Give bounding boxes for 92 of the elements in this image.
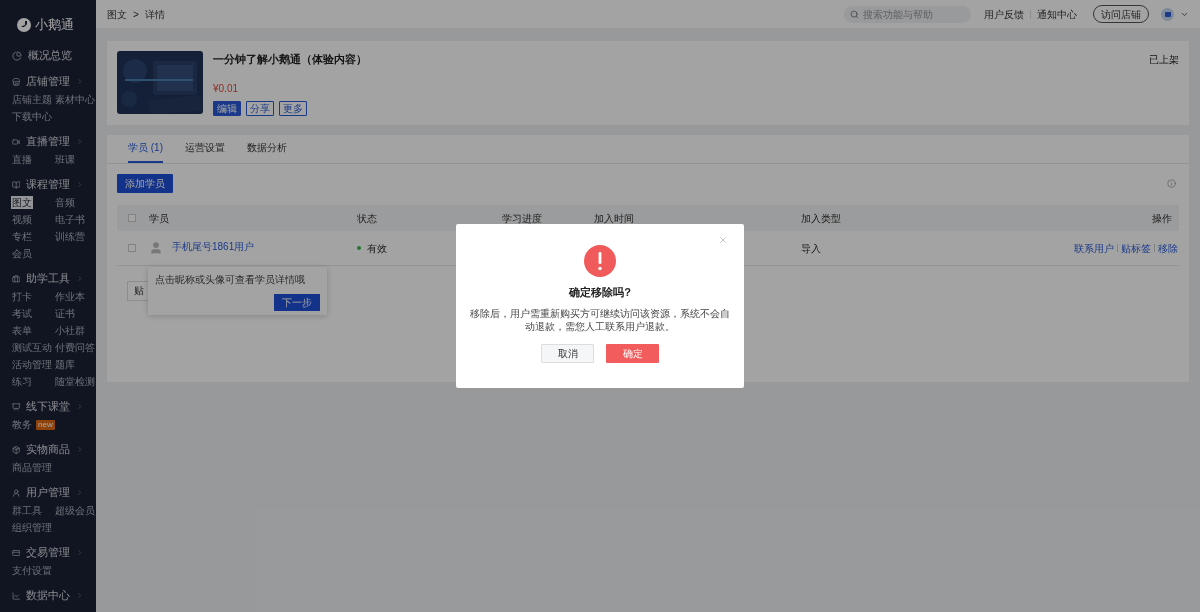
section-icon (12, 179, 21, 190)
avatar[interactable] (1161, 7, 1174, 21)
sidebar-section[interactable]: 实物商品 (0, 440, 96, 459)
sidebar-section[interactable]: 直播管理 (0, 132, 96, 151)
header-checkbox[interactable] (128, 214, 136, 222)
column-header: 学员 (149, 211, 170, 226)
sidebar-section[interactable]: 课程管理 (0, 175, 96, 194)
tab[interactable]: 学员 (1) (128, 140, 163, 163)
section-icon (12, 547, 21, 558)
sidebar-item[interactable]: 教务 (11, 418, 33, 431)
sidebar-item[interactable]: 题库 (54, 358, 76, 371)
sidebar-item[interactable]: 训练营 (54, 230, 86, 243)
warning-icon (584, 245, 616, 277)
header-link[interactable]: 用户反馈 (984, 6, 1024, 22)
next-step-button[interactable]: 下一步 (274, 294, 320, 311)
section-icon (12, 444, 21, 455)
close-icon[interactable] (718, 235, 728, 245)
section-icon (12, 50, 22, 61)
add-student-button[interactable]: 添加学员 (117, 174, 173, 193)
sidebar-item[interactable]: 视频 (11, 213, 33, 226)
dialog-title: 确定移除吗? (569, 285, 631, 300)
sidebar-item[interactable]: 组织管理 (11, 521, 53, 534)
sidebar-item[interactable]: 会员 (11, 247, 33, 260)
sidebar-item[interactable]: 专栏 (11, 230, 33, 243)
sidebar-item[interactable]: 打卡 (11, 290, 33, 303)
join-type-cell-text: 导入 (801, 241, 822, 256)
tab[interactable]: 运营设置 (185, 140, 225, 163)
sidebar-section[interactable]: 线下课堂 (0, 397, 96, 416)
avatar-icon[interactable] (149, 241, 163, 255)
sidebar-item[interactable]: 证书 (54, 307, 76, 320)
tab[interactable]: 数据分析 (247, 140, 287, 163)
sidebar-item[interactable]: 音频 (54, 196, 76, 209)
sidebar-section[interactable]: 概况总览 (0, 46, 96, 65)
sidebar-item[interactable]: 作业本 (54, 290, 86, 303)
column-header: 学习进度 (502, 211, 543, 226)
sidebar-item[interactable]: 下载中心 (11, 110, 53, 123)
sidebar-item[interactable]: 考试 (11, 307, 33, 320)
column-header: 状态 (357, 211, 378, 226)
cancel-button[interactable]: 取消 (541, 343, 594, 363)
column-header: 加入类型 (801, 211, 842, 226)
sidebar-item[interactable]: 小社群 (54, 324, 86, 337)
row-action-link[interactable]: 贴标签 (1121, 240, 1151, 256)
sidebar-section[interactable]: 店铺管理 (0, 72, 96, 91)
row-checkbox[interactable] (128, 244, 136, 252)
sidebar-item[interactable]: 电子书 (54, 213, 86, 226)
sidebar-item[interactable]: 支付设置 (11, 564, 53, 577)
column-header: 加入时间 (594, 211, 635, 226)
sidebar-item[interactable]: 活动管理 (11, 358, 53, 371)
sidebar-item[interactable]: 商品管理 (11, 461, 53, 474)
sidebar-item[interactable]: 直播 (11, 153, 33, 166)
product-title: 一分钟了解小鹅通（体验内容） (213, 52, 367, 67)
info-icon[interactable] (1167, 179, 1176, 188)
section-icon (12, 401, 21, 412)
dialog-message: 移除后，用户需重新购买方可继续访问该资源，系统不会自动退款，需您人工联系用户退款。 (469, 306, 731, 333)
column-header: 操作 (1152, 211, 1172, 226)
breadcrumb-current: 详情 (144, 7, 165, 22)
confirm-button[interactable]: 确定 (606, 343, 659, 363)
row-action-link[interactable]: 联系用户 (1074, 240, 1114, 256)
sidebar-item[interactable]: 练习 (11, 375, 33, 388)
sidebar-item[interactable]: 表单 (11, 324, 33, 337)
header-link[interactable]: 通知中心 (1037, 6, 1077, 22)
sidebar-item[interactable]: 素材中心 (54, 93, 96, 106)
action-button[interactable]: 分享 (246, 100, 274, 116)
sidebar-section[interactable]: 助学工具 (0, 269, 96, 288)
status-label: 已上架 (1149, 53, 1179, 67)
sidebar-item[interactable]: 超级会员 (54, 504, 96, 517)
student-name-link[interactable]: 手机尾号1861用户 (172, 238, 255, 254)
sidebar-item[interactable]: 店铺主题 (11, 93, 53, 106)
section-icon (12, 487, 21, 498)
logo-text: 小鹅通 (35, 16, 74, 35)
sidebar-section[interactable]: 交易管理 (0, 543, 96, 562)
sidebar-item[interactable]: 付费问答 (54, 341, 96, 354)
sidebar-item[interactable]: 班课 (54, 153, 76, 166)
row-action-link[interactable]: 移除 (1158, 240, 1178, 256)
sidebar-item[interactable]: 随堂检测 (54, 375, 96, 388)
sidebar-item[interactable]: 图文 (11, 196, 33, 209)
section-icon (12, 273, 21, 284)
sidebar-section[interactable]: 用户管理 (0, 483, 96, 502)
sidebar-item[interactable]: 测试互动 (11, 341, 53, 354)
section-icon (12, 590, 21, 601)
new-badge: new (36, 419, 55, 430)
breadcrumb-separator: > (133, 7, 139, 22)
logo-icon (17, 18, 31, 32)
sidebar-section[interactable]: 数据中心 (0, 586, 96, 605)
action-button[interactable]: 编辑 (213, 100, 241, 116)
action-button[interactable]: 更多 (279, 100, 307, 116)
status-text: 有效 (367, 241, 387, 256)
section-icon (12, 136, 21, 147)
breadcrumb-link[interactable]: 图文 (107, 6, 127, 22)
sidebar-item[interactable]: 群工具 (11, 504, 43, 517)
section-icon (12, 76, 21, 87)
price: ¥0.01 (213, 81, 239, 96)
